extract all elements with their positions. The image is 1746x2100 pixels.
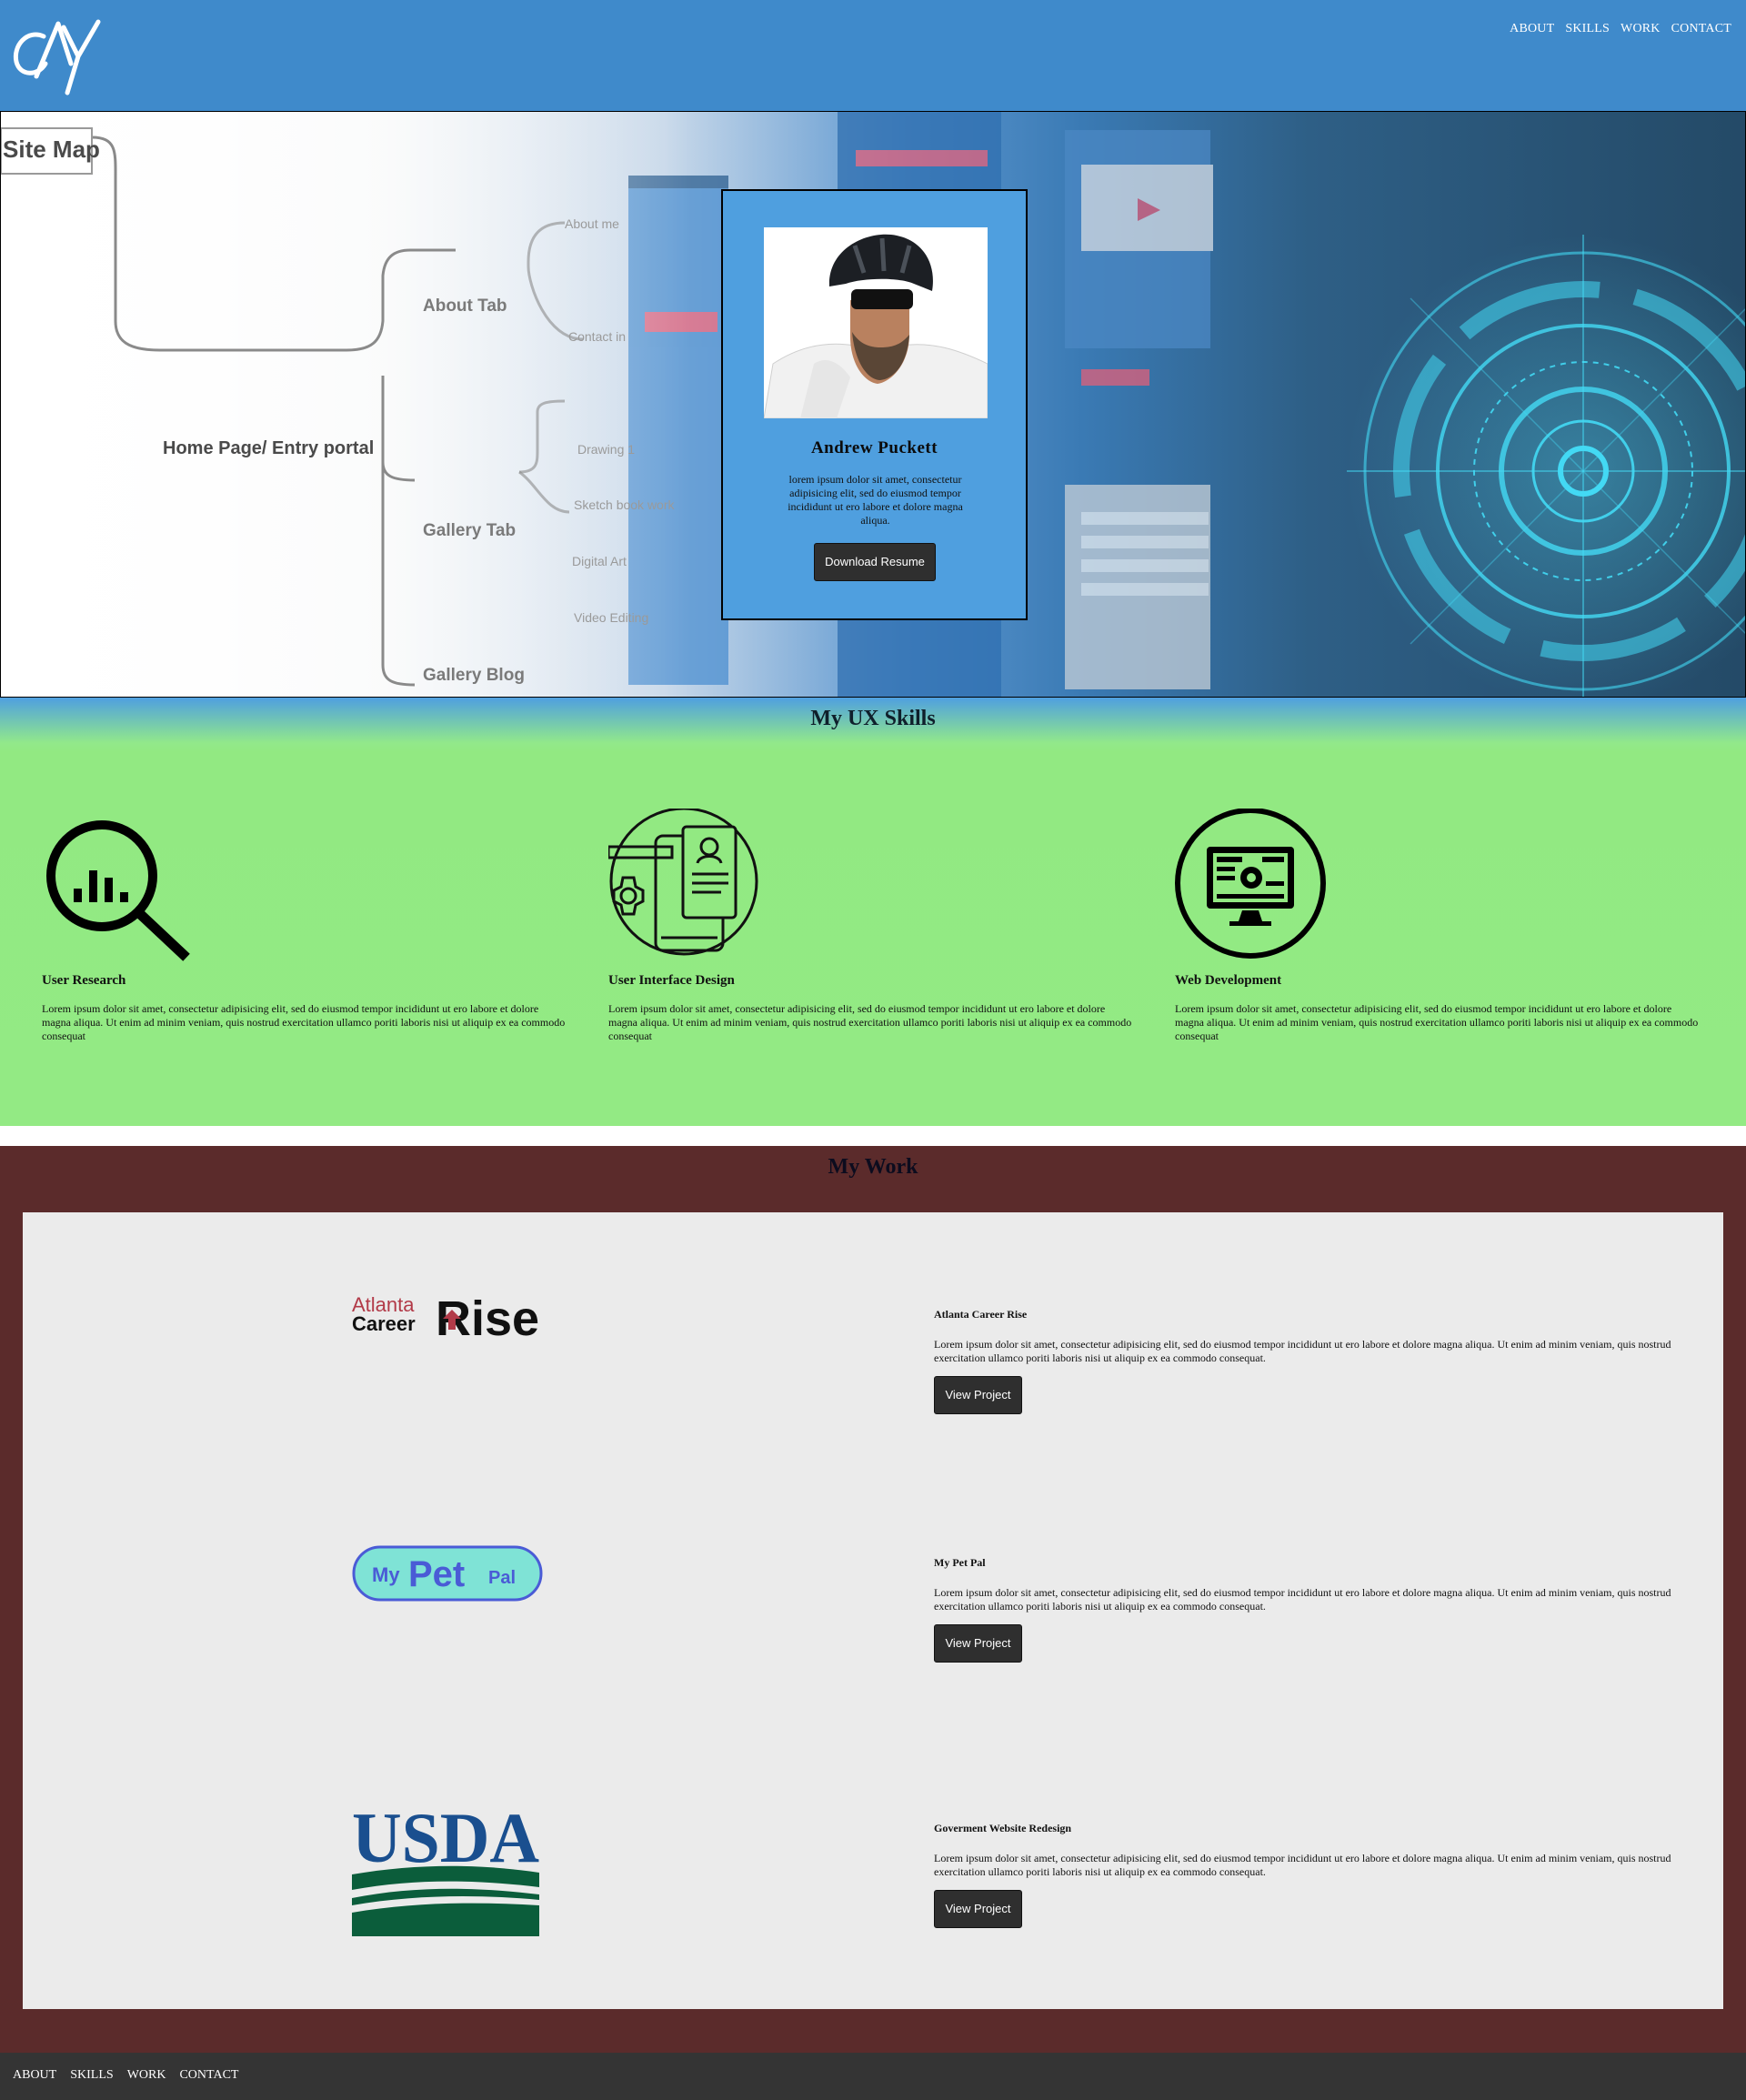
skill-card-user-research: User Research Lorem ipsum dolor sit amet…: [42, 809, 569, 1043]
research-magnifier-chart-icon: [46, 820, 190, 961]
skill-description: Lorem ipsum dolor sit amet, consectetur …: [608, 1002, 1132, 1042]
footer-about-link[interactable]: ABOUT: [13, 2068, 56, 2083]
project-title: Goverment Website Redesign: [934, 1822, 1072, 1834]
project-title: Atlanta Career Rise: [934, 1308, 1028, 1321]
svg-text:Pet: Pet: [408, 1554, 465, 1594]
nav-about-link[interactable]: ABOUT: [1510, 22, 1554, 36]
skill-title: User Interface Design: [608, 973, 735, 988]
profile-name: Andrew Puckett: [810, 438, 938, 457]
my-pet-pal-logo: My Pet Pal: [352, 1545, 543, 1602]
atlanta-career-rise-logo: Atlanta Career Rise: [352, 1291, 539, 1344]
skill-description: Lorem ipsum dolor sit amet, consectetur …: [42, 1002, 566, 1042]
ui-design-device-icon: [607, 807, 758, 956]
sitemap-node-sketchbook: Sketch book work: [574, 497, 675, 512]
skill-title: User Research: [42, 973, 126, 988]
profile-photo: [764, 227, 988, 418]
sitemap-node-aboutme: About me: [565, 216, 619, 231]
svg-text:Career: Career: [352, 1312, 416, 1335]
svg-text:Pal: Pal: [488, 1568, 516, 1588]
project-item: My Pet Pal My Pet Pal Lorem ipsum dolor …: [23, 1545, 1723, 1727]
site-footer: ABOUT SKILLS WORK CONTACT: [0, 2053, 1746, 2100]
footer-skills-link[interactable]: SKILLS: [70, 2068, 113, 2083]
view-project-button[interactable]: View Project: [934, 1624, 1022, 1663]
project-info: Goverment Website Redesign Lorem ipsum d…: [934, 1822, 1680, 1928]
project-description: Lorem ipsum dolor sit amet, consectetur …: [934, 1338, 1671, 1364]
usda-logo: USDA: [352, 1804, 539, 1936]
footer-contact-link[interactable]: CONTACT: [179, 2068, 238, 2083]
project-info: Atlanta Career Rise Lorem ipsum dolor si…: [934, 1308, 1680, 1414]
sitemap-node-contact: Contact in: [568, 329, 626, 344]
project-description: Lorem ipsum dolor sit amet, consectetur …: [934, 1586, 1671, 1613]
ay-logo[interactable]: AY: [9, 9, 104, 96]
project-info: My Pet Pal Lorem ipsum dolor sit amet, c…: [934, 1556, 1680, 1663]
profile-bio: lorem ipsum dolor sit amet, consectetur …: [788, 473, 963, 527]
skills-section: My UX Skills User Research Lorem ipsum d…: [0, 698, 1746, 1126]
hero-section: Site Map Home Page/ Entry portal About T…: [0, 111, 1746, 698]
work-title: My Work: [828, 1155, 918, 1179]
footer-nav: ABOUT SKILLS WORK CONTACT: [13, 2068, 238, 2083]
projects-panel: Atlanta Career Rise Atlanta Career Rise …: [23, 1212, 1723, 2009]
work-section: My Work Atlanta Career Rise Atlanta Care…: [0, 1146, 1746, 2053]
sitemap-node-home: Home Page/ Entry portal: [163, 438, 374, 458]
view-project-button[interactable]: View Project: [934, 1890, 1022, 1928]
skill-description: Lorem ipsum dolor sit amet, consectetur …: [1175, 1002, 1699, 1042]
view-project-button[interactable]: View Project: [934, 1376, 1022, 1414]
svg-text:My: My: [372, 1563, 400, 1586]
profile-card: Andrew Puckett lorem ipsum dolor sit ame…: [721, 189, 1028, 620]
sitemap-node-digitalart: Digital Art: [572, 554, 627, 568]
project-title: My Pet Pal: [934, 1556, 986, 1569]
skill-card-web-development: Web Development Lorem ipsum dolor sit am…: [1175, 808, 1702, 1043]
sitemap-node-drawing: Drawing 1: [577, 442, 635, 457]
project-description: Lorem ipsum dolor sit amet, consectetur …: [934, 1852, 1671, 1878]
download-resume-button[interactable]: Download Resume: [814, 543, 936, 581]
sitemap-node-blog: Gallery Blog: [423, 666, 525, 685]
nav-work-link[interactable]: WORK: [1621, 22, 1661, 36]
project-item: USDA Goverment Website Redesign Lorem ip…: [23, 1804, 1723, 1985]
sitemap-node-gallery: Gallery Tab: [423, 521, 516, 540]
web-development-monitor-icon: [1175, 808, 1326, 959]
footer-work-link[interactable]: WORK: [127, 2068, 166, 2083]
sitemap-node-about: About Tab: [423, 296, 507, 316]
skills-title: My UX Skills: [810, 707, 936, 730]
project-item: Atlanta Career Rise Atlanta Career Rise …: [23, 1281, 1723, 1462]
skill-card-ui-design: User Interface Design Lorem ipsum dolor …: [607, 807, 1136, 1043]
skill-title: Web Development: [1175, 973, 1282, 988]
sitemap-title: Site Map: [3, 136, 100, 163]
site-header: AY ABOUT SKILLS WORK CONTACT: [0, 0, 1746, 111]
top-nav: ABOUT SKILLS WORK CONTACT: [1510, 22, 1731, 36]
nav-contact-link[interactable]: CONTACT: [1671, 22, 1731, 36]
nav-skills-link[interactable]: SKILLS: [1565, 22, 1610, 36]
sitemap-node-video: Video Editing: [574, 610, 648, 625]
